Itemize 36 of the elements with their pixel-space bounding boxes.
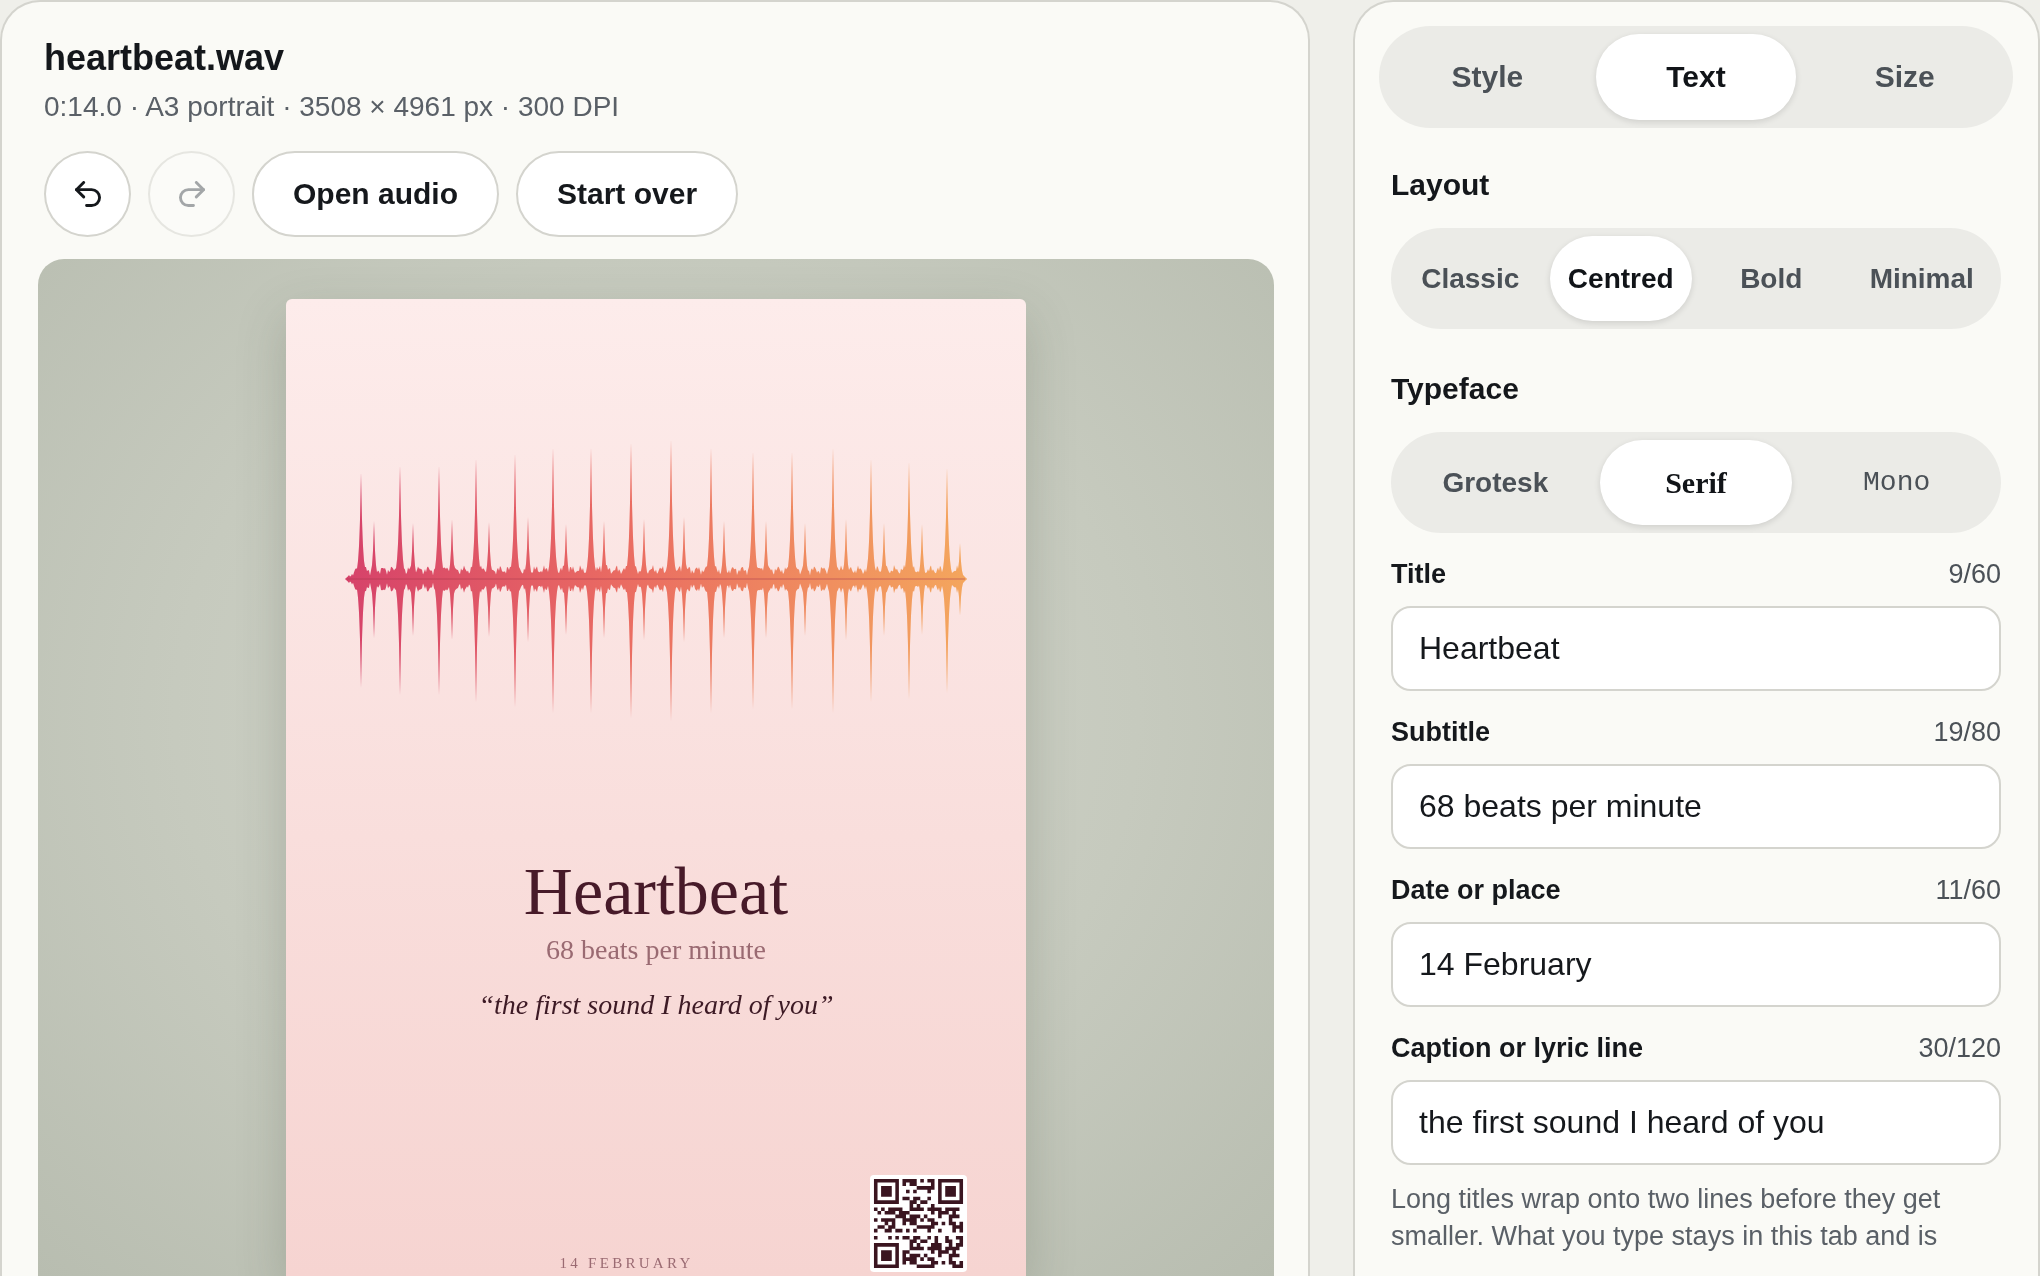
field-label: Date or place: [1391, 874, 1561, 906]
text-input[interactable]: the first sound I heard of you: [1391, 1080, 2001, 1165]
character-count: 11/60: [1935, 874, 2001, 906]
tab[interactable]: Size: [1804, 34, 2005, 120]
text-input[interactable]: Heartbeat: [1391, 606, 2001, 691]
redo-icon: [178, 181, 205, 207]
qr-code-icon: [870, 1175, 967, 1272]
text-input[interactable]: 14 February: [1391, 922, 2001, 1007]
open-audio-button[interactable]: Open audio: [252, 151, 499, 237]
tab[interactable]: Text: [1595, 34, 1797, 120]
field-label: Subtitle: [1391, 716, 1490, 748]
file-name: heartbeat.wav: [44, 37, 286, 79]
layout-option[interactable]: Bold: [1700, 236, 1843, 321]
layout-option[interactable]: Classic: [1399, 236, 1542, 321]
poster-subtitle: 68 beats per minute: [545, 933, 767, 967]
section-heading: Typeface: [1391, 371, 1520, 407]
tab[interactable]: Style: [1387, 34, 1588, 120]
poster-caption: “the first sound I heard of you”: [478, 988, 834, 1022]
undo-icon: [74, 181, 101, 207]
field-label: Caption or lyric line: [1391, 1032, 1644, 1064]
poster-date: 14 FEBRUARY: [559, 1254, 694, 1272]
character-count: 30/120: [1918, 1032, 2001, 1064]
typeface-option[interactable]: Grotesk: [1399, 440, 1592, 525]
section-heading: Layout: [1391, 167, 1491, 203]
typeface-option[interactable]: Mono: [1800, 440, 1993, 525]
start-over-button[interactable]: Start over: [516, 151, 739, 237]
help-text: Long titles wrap onto two lines before they get smaller. What you type stays in this tab and is: [1391, 1183, 1942, 1253]
layout-option[interactable]: Centred: [1549, 236, 1692, 321]
field-label: Title: [1391, 558, 1446, 590]
poster-title: Heartbeat: [523, 853, 789, 929]
layout-option[interactable]: Minimal: [1850, 236, 1993, 321]
file-details: 0:14.0 · A3 portrait · 3508 × 4961 px · 300 DPI: [44, 90, 621, 124]
text-input[interactable]: 68 beats per minute: [1391, 764, 2001, 849]
character-count: 19/80: [1933, 716, 2001, 748]
character-count: 9/60: [1948, 558, 2001, 590]
typeface-option[interactable]: Serif: [1599, 440, 1793, 525]
